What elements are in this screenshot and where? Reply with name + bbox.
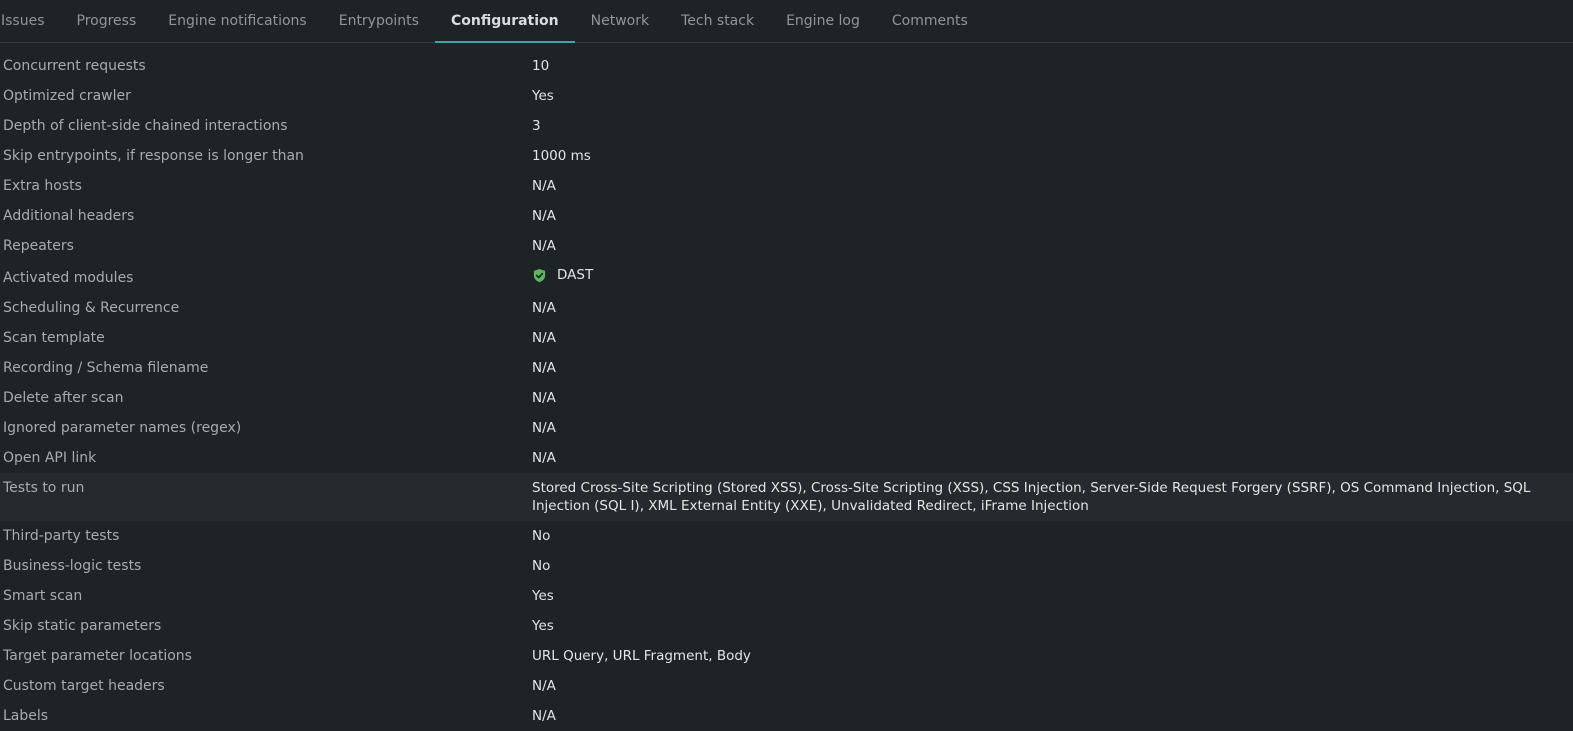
- config-row-extra-hosts: Extra hosts N/A: [0, 171, 1573, 201]
- config-label: Third-party tests: [3, 528, 120, 544]
- config-label: Extra hosts: [3, 178, 82, 194]
- config-label: Labels: [3, 708, 49, 724]
- config-label: Skip static parameters: [3, 618, 162, 634]
- config-label: Repeaters: [3, 238, 74, 254]
- config-value: N/A: [532, 360, 556, 376]
- config-value: No: [532, 558, 551, 574]
- config-label: Activated modules: [3, 270, 134, 286]
- config-row-tests-to-run: Tests to run Stored Cross-Site Scripting…: [0, 473, 1573, 521]
- config-value: Yes: [532, 618, 554, 634]
- tab-progress[interactable]: Progress: [61, 0, 153, 42]
- shield-check-icon: [533, 268, 546, 282]
- config-value: 10: [532, 58, 550, 74]
- module-badge: DAST: [532, 266, 1569, 284]
- config-label: Custom target headers: [3, 678, 165, 694]
- config-row-skip-entrypoints: Skip entrypoints, if response is longer …: [0, 141, 1573, 171]
- config-value: N/A: [532, 708, 556, 724]
- config-value: N/A: [532, 390, 556, 406]
- config-row-smart-scan: Smart scan Yes: [0, 581, 1573, 611]
- config-value: 3: [532, 118, 541, 134]
- config-row-scheduling: Scheduling & Recurrence N/A: [0, 293, 1573, 323]
- config-label: Skip entrypoints, if response is longer …: [3, 148, 304, 164]
- config-row-business-logic-tests: Business-logic tests No: [0, 551, 1573, 581]
- tab-engine-notifications[interactable]: Engine notifications: [152, 0, 322, 42]
- tab-issues[interactable]: Issues: [0, 0, 61, 42]
- config-value: 1000 ms: [532, 148, 591, 164]
- config-value: Yes: [532, 588, 554, 604]
- config-value: Yes: [532, 88, 554, 104]
- configuration-table: Concurrent requests 10 Optimized crawler…: [0, 51, 1573, 731]
- config-label: Concurrent requests: [3, 58, 146, 74]
- config-value: Stored Cross-Site Scripting (Stored XSS)…: [532, 480, 1531, 514]
- config-row-open-api-link: Open API link N/A: [0, 443, 1573, 473]
- config-row-activated-modules: Activated modules DAST: [0, 261, 1573, 293]
- config-label: Open API link: [3, 450, 97, 466]
- config-label: Target parameter locations: [3, 648, 192, 664]
- config-label: Delete after scan: [3, 390, 124, 406]
- config-row-scan-template: Scan template N/A: [0, 323, 1573, 353]
- config-value: N/A: [532, 450, 556, 466]
- tab-bar: Issues Progress Engine notifications Ent…: [0, 0, 1573, 43]
- config-value: N/A: [532, 238, 556, 254]
- config-label: Depth of client-side chained interaction…: [3, 118, 288, 134]
- tab-entrypoints[interactable]: Entrypoints: [323, 0, 435, 42]
- config-value: N/A: [532, 300, 556, 316]
- config-row-delete-after-scan: Delete after scan N/A: [0, 383, 1573, 413]
- config-value: N/A: [532, 178, 556, 194]
- config-value: N/A: [532, 208, 556, 224]
- tab-tech-stack[interactable]: Tech stack: [665, 0, 770, 42]
- config-label: Smart scan: [3, 588, 83, 604]
- config-label: Scan template: [3, 330, 105, 346]
- config-row-depth-chained: Depth of client-side chained interaction…: [0, 111, 1573, 141]
- config-row-optimized-crawler: Optimized crawler Yes: [0, 81, 1573, 111]
- tab-comments[interactable]: Comments: [876, 0, 984, 42]
- config-label: Tests to run: [3, 480, 85, 496]
- config-label: Business-logic tests: [3, 558, 142, 574]
- config-row-additional-headers: Additional headers N/A: [0, 201, 1573, 231]
- config-row-repeaters: Repeaters N/A: [0, 231, 1573, 261]
- config-row-third-party-tests: Third-party tests No: [0, 521, 1573, 551]
- module-name: DAST: [557, 267, 594, 283]
- config-value: N/A: [532, 678, 556, 694]
- config-label: Additional headers: [3, 208, 135, 224]
- config-row-concurrent-requests: Concurrent requests 10: [0, 51, 1573, 81]
- config-label: Recording / Schema filename: [3, 360, 209, 376]
- config-row-recording-schema: Recording / Schema filename N/A: [0, 353, 1573, 383]
- config-value: DAST: [532, 266, 1573, 284]
- config-label: Optimized crawler: [3, 88, 131, 104]
- config-value: N/A: [532, 420, 556, 436]
- config-value: No: [532, 528, 551, 544]
- tab-configuration[interactable]: Configuration: [434, 0, 575, 43]
- tab-network[interactable]: Network: [575, 0, 665, 42]
- tab-engine-log[interactable]: Engine log: [770, 0, 876, 42]
- config-value: URL Query, URL Fragment, Body: [532, 648, 751, 664]
- config-row-ignored-params: Ignored parameter names (regex) N/A: [0, 413, 1573, 443]
- config-row-labels: Labels N/A: [0, 701, 1573, 731]
- config-label: Ignored parameter names (regex): [3, 420, 242, 436]
- config-row-skip-static-params: Skip static parameters Yes: [0, 611, 1573, 641]
- config-row-custom-target-headers: Custom target headers N/A: [0, 671, 1573, 701]
- config-row-target-param-locations: Target parameter locations URL Query, UR…: [0, 641, 1573, 671]
- config-label: Scheduling & Recurrence: [3, 300, 180, 316]
- config-value: N/A: [532, 330, 556, 346]
